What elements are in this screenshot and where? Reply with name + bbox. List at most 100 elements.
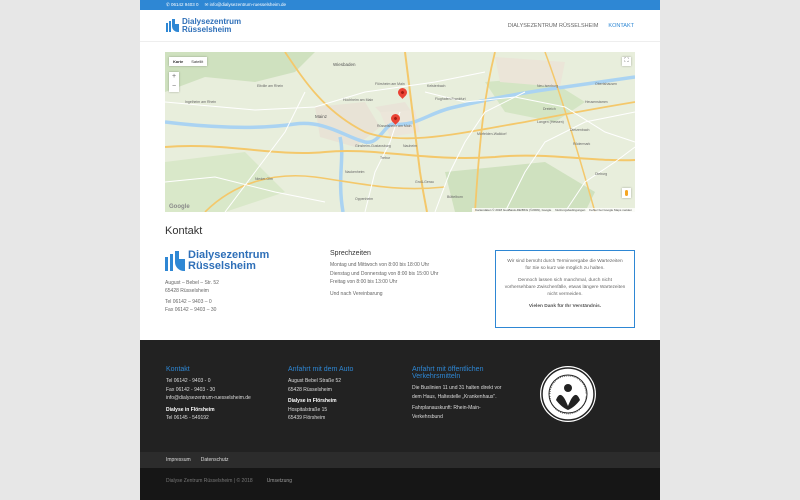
footer-branch-title: Dialyse in Flörsheim xyxy=(166,406,215,413)
hours-line: Freitag von 8:00 bis 13:00 Uhr xyxy=(330,279,398,285)
map-label-dietzenbach: Dietzenbach xyxy=(570,128,590,132)
map-label-kelsterbach: Kelsterbach xyxy=(427,84,446,88)
zoom-control: + − xyxy=(169,72,179,92)
copyright-text: Dialyse Zentrum Rüsselsheim | © 2018 xyxy=(166,478,253,484)
page-title: Kontakt xyxy=(165,225,203,237)
fullscreen-icon[interactable]: ⛶ xyxy=(622,57,631,66)
footer-car-city: 65428 Rüsselsheim xyxy=(288,386,332,393)
notice-thanks: Vielen Dank für Ihr Verständnis. xyxy=(528,304,602,309)
map-label-obertshausen: Obertshausen xyxy=(595,82,617,86)
footer-link-datenschutz[interactable]: Datenschutz xyxy=(201,457,229,463)
notice-paragraph: Wir sind bemüht durch Terminvergabe die … xyxy=(507,259,623,271)
map-label-neu-isenburg: Neu-Isenburg xyxy=(537,84,559,88)
email-text: info@dialysezentrum-ruesselsheim.de xyxy=(209,2,286,7)
contact-street: August – Bebel – Str. 52 xyxy=(165,280,219,286)
site-header: Dialysezentrum Rüsselsheim DIALYSEZENTRU… xyxy=(140,10,660,42)
email-link[interactable]: ✉ info@dialysezentrum-ruesselsheim.de xyxy=(205,2,286,8)
map-copyright: Kartendaten © 2018 GeoBasis-DE/BKG (©200… xyxy=(475,208,552,212)
map-label-buettelborn: Büttelborn xyxy=(447,195,463,199)
logo-mark-icon xyxy=(165,251,185,271)
contact-fax: Fax 06142 – 9403 – 30 xyxy=(165,306,217,313)
map-label-eltville: Eltville am Rhein xyxy=(257,84,284,88)
map-label-langen: Langen (Hessen) xyxy=(537,120,564,124)
footer-car-branch-city: 65439 Flörsheim xyxy=(288,415,326,421)
footer-car-column: Anfahrt mit dem Auto August Bebel Straße… xyxy=(288,366,353,423)
site-logo[interactable]: Dialysezentrum Rüsselsheim xyxy=(166,17,241,34)
main-nav: DIALYSEZENTRUM RÜSSELSHEIM KONTAKT xyxy=(508,23,634,29)
footer-branch-tel: Tel 06145 - 549192 xyxy=(166,415,209,421)
logo-line2: Rüsselsheim xyxy=(182,24,232,34)
opening-hours-title: Sprechzeiten xyxy=(330,250,371,257)
nav-item-kontakt[interactable]: KONTAKT xyxy=(608,23,634,29)
site-footer: Kontakt Tel 06142 - 9403 - 0 Fax 06142 -… xyxy=(140,340,660,452)
bottom-bar: Dialyse Zentrum Rüsselsheim | © 2018 Ums… xyxy=(140,468,660,500)
contact-logo: Dialysezentrum Rüsselsheim xyxy=(165,250,305,272)
map-label-floersheim: Flörsheim am Main xyxy=(375,82,405,86)
footer-contact-column: Kontakt Tel 06142 - 9403 - 0 Fax 06142 -… xyxy=(166,366,251,423)
footer-fax: Fax 06142 - 9403 - 30 xyxy=(166,386,216,393)
zoom-in-button[interactable]: + xyxy=(169,72,179,82)
map-canvas xyxy=(165,52,635,212)
opening-hours-column: Sprechzeiten Montag und Mittwoch von 8:0… xyxy=(330,250,480,298)
footer-transit-text: Fahrplanauskunft: Rhein-Main- xyxy=(412,405,481,411)
google-map[interactable]: Mainz Wiesbaden Rüsselsheim am Main Kels… xyxy=(165,52,635,212)
footer-link-impressum[interactable]: Impressum xyxy=(166,457,191,463)
map-label-dreieich: Dreieich xyxy=(543,107,556,111)
map-label-trebur: Trebur xyxy=(380,156,391,160)
top-bar: ✆ 06142 9403 0 ✉ info@dialysezentrum-rue… xyxy=(140,0,660,10)
footer-car-branch-street: Hospitalstraße 15 xyxy=(288,406,328,413)
contact-city: 65428 Rüsselsheim xyxy=(165,287,209,294)
credit-link[interactable]: Umsetzung xyxy=(267,478,292,484)
contact-tel: Tel 06142 – 9403 – 0 xyxy=(165,299,212,305)
footer-transit-text: Verkehrsbund xyxy=(412,413,443,420)
footer-transit-title-line2: Verkehrsmitteln xyxy=(412,373,461,380)
map-label-mainz: Mainz xyxy=(315,114,328,119)
footer-transit-column: Anfahrt mit öffentlichen Verkehrsmitteln… xyxy=(412,366,501,421)
footer-car-title: Anfahrt mit dem Auto xyxy=(288,366,354,373)
footer-tel: Tel 06142 - 9403 - 0 xyxy=(166,378,211,384)
page-container: ✆ 06142 9403 0 ✉ info@dialysezentrum-rue… xyxy=(140,0,660,500)
footer-transit-text: Die Buslinien 11 und 31 halten direkt vo… xyxy=(412,385,502,391)
map-label-heusenstamm: Heusenstamm xyxy=(585,100,608,104)
map-label-gross-gerau: Groß-Gerau xyxy=(415,180,434,184)
logo-mark-icon xyxy=(166,19,179,32)
nav-item-dialysezentrum[interactable]: DIALYSEZENTRUM RÜSSELSHEIM xyxy=(508,23,599,29)
footer-car-street: August Bebel Straße 52 xyxy=(288,378,342,384)
map-label-oppenheim: Oppenheim xyxy=(355,197,374,201)
map-label-hochheim: Hochheim am Main xyxy=(343,98,374,102)
map-label-wiesbaden: Wiesbaden xyxy=(333,62,356,67)
map-label-nackenheim: Nackenheim xyxy=(345,170,365,174)
waiting-time-notice: Wir sind bemüht durch Terminvergabe die … xyxy=(495,250,635,328)
footer-contact-title: Kontakt xyxy=(166,366,190,373)
hours-line: Dienstag und Donnerstag von 8:00 bis 15:… xyxy=(330,270,439,277)
phone-link[interactable]: ✆ 06142 9403 0 xyxy=(166,2,199,8)
map-report-link[interactable]: Fehler bei Google Maps melden xyxy=(589,208,632,212)
certification-seal-icon xyxy=(540,366,596,422)
map-type-satellit-button[interactable]: Satellit xyxy=(187,57,207,66)
contact-address-column: Dialysezentrum Rüsselsheim August – Bebe… xyxy=(165,250,305,314)
zoom-out-button[interactable]: − xyxy=(169,82,179,92)
map-type-karte-button[interactable]: Karte xyxy=(169,57,187,66)
map-type-control: Karte Satellit xyxy=(169,57,208,66)
map-label-flughafen: Flughafen Frankfurt xyxy=(435,97,466,101)
footer-nav: Impressum Datenschutz xyxy=(140,452,660,468)
map-attribution: Kartendaten © 2018 GeoBasis-DE/BKG (©200… xyxy=(472,208,635,212)
map-label-nauheim: Nauheim xyxy=(403,144,418,148)
footer-transit-title: Anfahrt mit öffentlichen Verkehrsmitteln xyxy=(412,366,501,380)
map-label-ginsheim: Ginsheim-Gustavsburg xyxy=(355,144,391,148)
footer-transit-text: dem Haus, Haltestelle „Krankenhaus". xyxy=(412,393,497,400)
footer-email-link[interactable]: info@dialysezentrum-ruesselsheim.de xyxy=(166,394,251,403)
map-label-nieder-olm: Nieder-Olm xyxy=(255,177,273,181)
google-logo: Google xyxy=(169,204,190,210)
map-label-roedermark: Rödermark xyxy=(573,142,591,146)
map-label-ruesselsheim: Rüsselsheim am Main xyxy=(377,124,412,128)
map-terms-link[interactable]: Nutzungsbedingungen xyxy=(555,208,585,212)
notice-paragraph: Dennoch lassen sich manchmal, durch nich… xyxy=(504,278,626,297)
footer-car-branch-title: Dialyse in Flörsheim xyxy=(288,398,337,404)
contact-logo-line2: Rüsselsheim xyxy=(188,260,256,272)
footer-transit-title-line1: Anfahrt mit öffentlichen xyxy=(412,366,484,373)
pegman-icon[interactable] xyxy=(622,188,631,198)
map-label-moerfelden: Mörfelden-Walldorf xyxy=(477,132,507,136)
map-label-dieburg: Dieburg xyxy=(595,172,608,176)
hours-line: Und nach Vereinbarung xyxy=(330,290,383,297)
